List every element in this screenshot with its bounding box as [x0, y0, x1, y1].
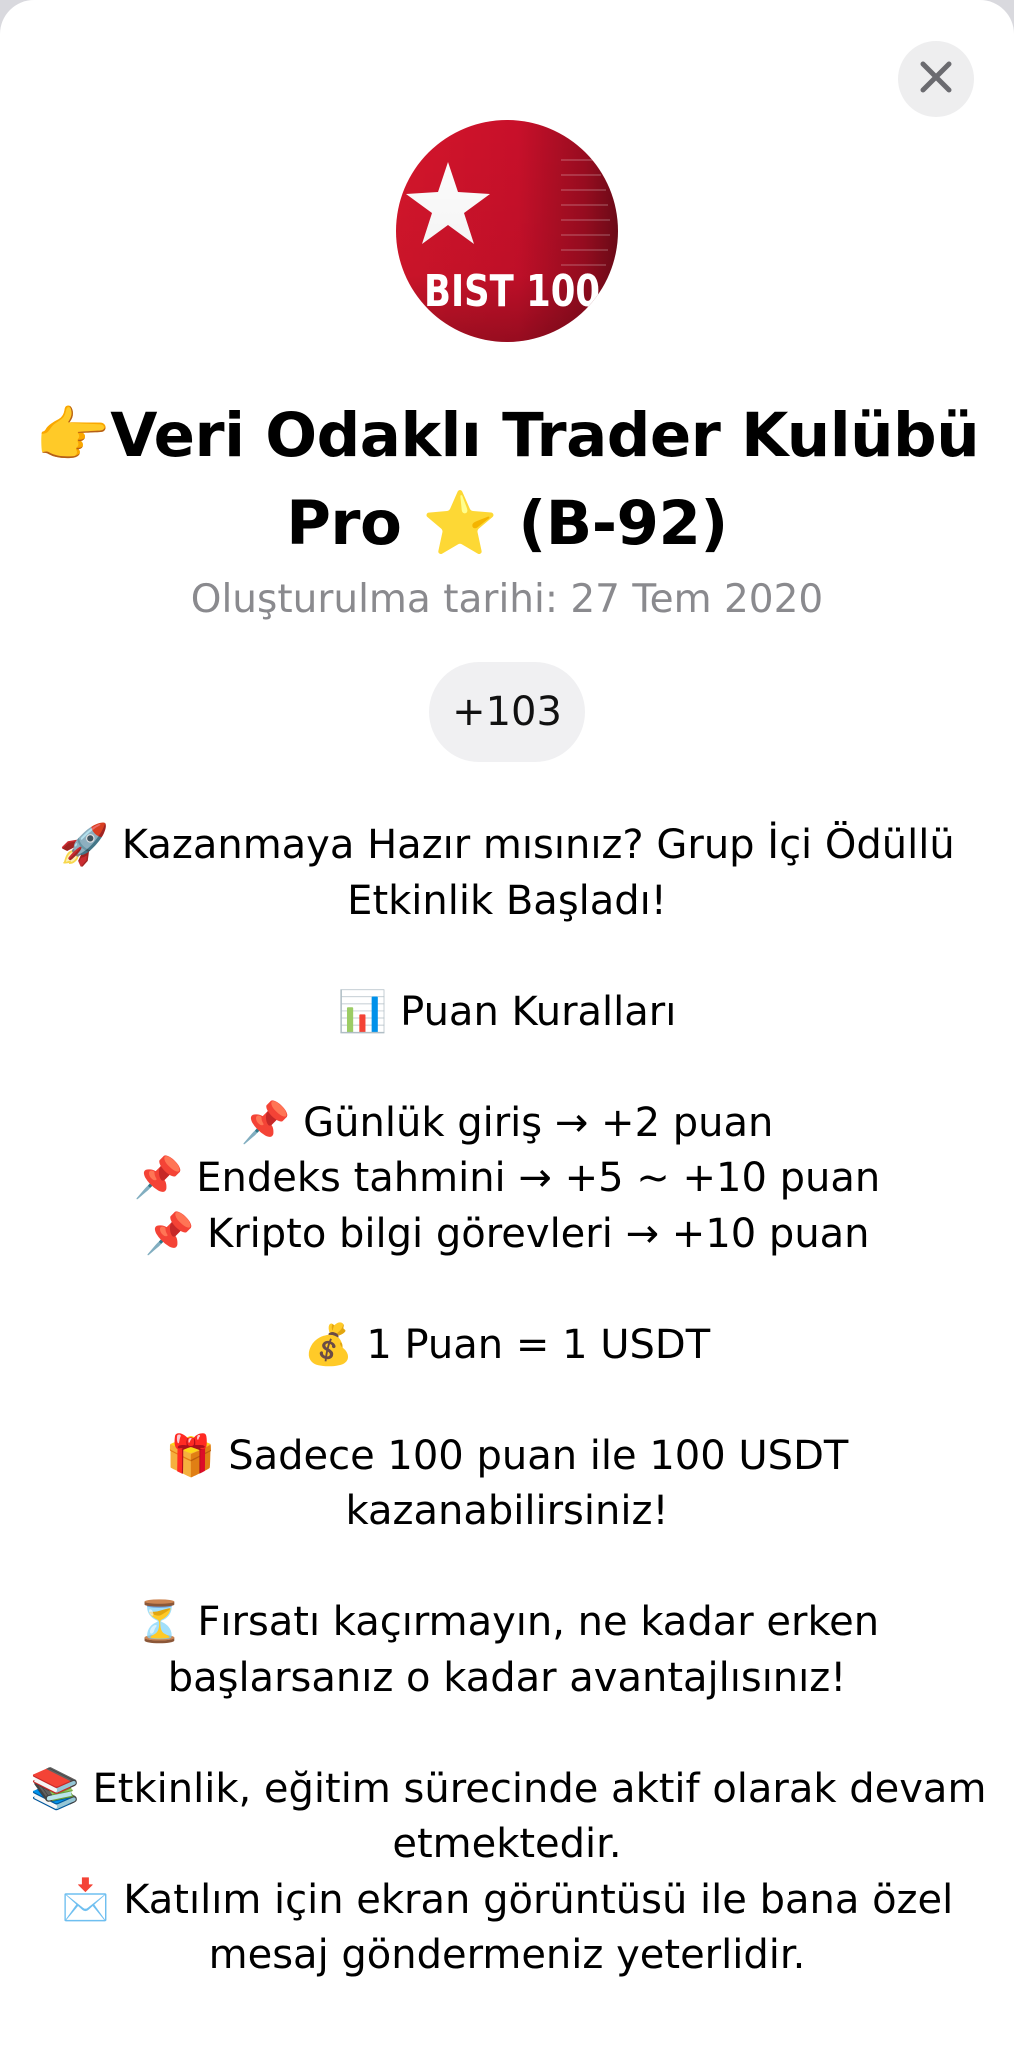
description-line: ⏳ Fırsatı kaçırmayın, ne kadar erken [134, 1599, 880, 1645]
description-line: 📌 Günlük giriş → +2 puan [240, 1099, 774, 1146]
close-button[interactable] [898, 41, 974, 117]
description-line: başlarsanız o kadar avantajlısınız! [167, 1654, 847, 1701]
description-spacer [30, 1040, 984, 1096]
description-line: 🎁 Sadece 100 puan ile 100 USDT [165, 1432, 849, 1479]
description-spacer [30, 929, 984, 985]
description-line: 📌 Endeks tahmini → +5 ~ +10 puan [133, 1155, 881, 1201]
description-line: kazanabilirsiniz! [345, 1488, 669, 1534]
description-line: 🚀 Kazanmaya Hazır mısınız? Grup İçi Ödül… [59, 822, 955, 868]
description-line: etmektedir. [392, 1821, 622, 1867]
description-line: 📌 Kripto bilgi görevleri → +10 puan [144, 1210, 870, 1257]
description-spacer [30, 1373, 984, 1429]
description-line: 📩 Katılım için ekran görüntüsü ile bana … [60, 1876, 954, 1923]
description-line: mesaj göndermeniz yeterlidir. [208, 1932, 806, 1978]
close-icon [919, 60, 953, 99]
description-line: 💰 1 Puan = 1 USDT [303, 1321, 711, 1368]
group-avatar[interactable]: BIST 100 [396, 120, 618, 342]
group-title-line-2: Pro ⭐ (B-92) [286, 488, 728, 559]
avatar-label: BIST 100 [424, 266, 600, 317]
description-spacer [30, 1262, 984, 1318]
members-count-button[interactable]: +103 [429, 662, 585, 762]
description-line: 📊 Puan Kuralları [337, 988, 677, 1035]
description-spacer [30, 1706, 984, 1762]
group-info-sheet: BIST 100 👉Veri Odaklı Trader Kulübü Pro … [0, 0, 1014, 2048]
group-title-line-1: 👉Veri Odaklı Trader Kulübü [34, 400, 980, 471]
group-title: 👉Veri Odaklı Trader Kulübü Pro ⭐ (B-92) [30, 392, 984, 568]
description-line: 📚 Etkinlik, eğitim sürecinde aktif olara… [30, 1765, 987, 1812]
description-spacer [30, 1540, 984, 1596]
description-line: Etkinlik Başladı! [347, 877, 667, 924]
created-date: Oluşturulma tarihi: 27 Tem 2020 [190, 577, 824, 622]
group-description: 🚀 Kazanmaya Hazır mısınız? Grup İçi Ödül… [30, 818, 987, 1984]
